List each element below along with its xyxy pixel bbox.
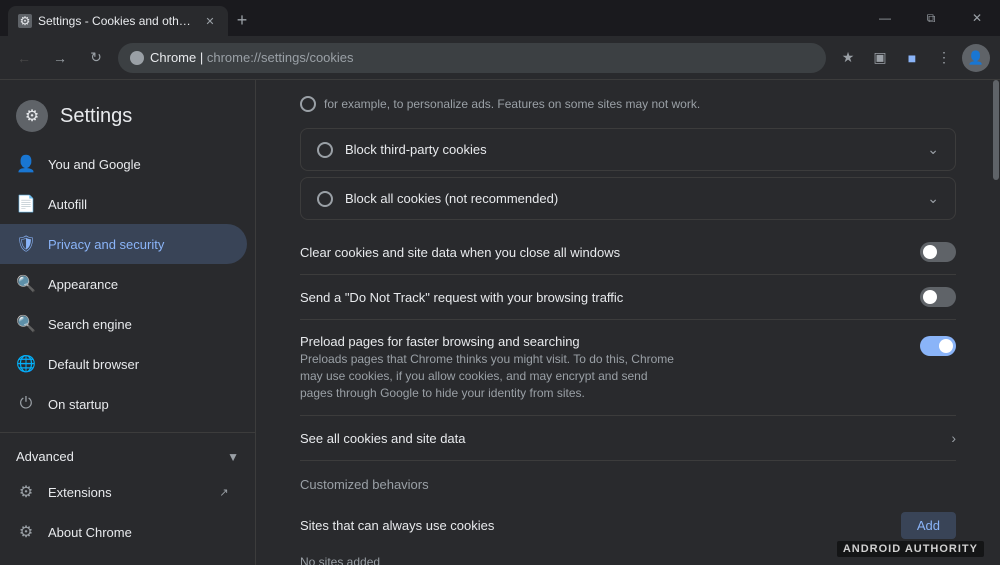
preload-text: Preload pages for faster browsing and se… [300, 334, 920, 401]
always-use-label: Sites that can always use cookies [300, 518, 901, 533]
partial-text-row: for example, to personalize ads. Feature… [300, 88, 956, 124]
settings-logo: ⚙ [16, 100, 48, 132]
profile-avatar[interactable]: 👤 [962, 44, 990, 72]
see-all-label: See all cookies and site data [300, 431, 951, 446]
scrollbar-thumb[interactable] [993, 80, 999, 180]
always-use-add-button[interactable]: Add [901, 512, 956, 539]
sidebar-item-appearance[interactable]: 🔍 Appearance [0, 264, 247, 304]
preload-toggle[interactable] [920, 336, 956, 356]
startup-icon: ⏻ [16, 394, 36, 414]
address-bar: ← → ↻ Chrome | chrome://settings/cookies… [0, 36, 1000, 80]
tab-title: Settings - Cookies and other site... [38, 14, 196, 28]
window-controls: — ⧉ ✕ [862, 0, 1000, 36]
about-chrome-icon: ⚙ [16, 522, 36, 542]
scrollbar-track[interactable] [992, 80, 1000, 565]
sidebar-item-privacy-security[interactable]: 🛡 Privacy and security [0, 224, 247, 264]
clear-cookies-row: Clear cookies and site data when you clo… [300, 230, 956, 275]
privacy-icon: 🛡 [16, 234, 36, 254]
preload-title: Preload pages for faster browsing and se… [300, 334, 920, 349]
do-not-track-row: Send a "Do Not Track" request with your … [300, 275, 956, 320]
clear-cookies-text: Clear cookies and site data when you clo… [300, 245, 920, 260]
block-third-party-chevron: ⌄ [927, 141, 939, 158]
customized-behaviors-title: Customized behaviors [300, 461, 956, 500]
always-use-header: Sites that can always use cookies Add [300, 512, 956, 539]
active-tab[interactable]: ⚙ Settings - Cookies and other site... ✕ [8, 6, 228, 36]
new-tab-button[interactable]: + [230, 8, 254, 32]
do-not-track-text: Send a "Do Not Track" request with your … [300, 290, 920, 305]
tab-favicon: ⚙ [18, 14, 32, 28]
sidebar-header: ⚙ Settings [0, 88, 255, 144]
you-google-icon: 👤 [16, 154, 36, 174]
extensions-sidebar-icon: ⚙ [16, 482, 36, 502]
appearance-icon: 🔍 [16, 274, 36, 294]
address-input[interactable]: Chrome | chrome://settings/cookies [118, 43, 826, 73]
address-path: chrome://settings/cookies [207, 50, 354, 65]
block-all-cookies-option[interactable]: Block all cookies (not recommended) ⌄ [300, 177, 956, 220]
content-inner: for example, to personalize ads. Feature… [280, 88, 976, 565]
preload-row: Preload pages for faster browsing and se… [300, 320, 956, 416]
tab-bar: ⚙ Settings - Cookies and other site... ✕… [0, 0, 1000, 36]
sidebar-item-you-google[interactable]: 👤 You and Google [0, 144, 247, 184]
extensions-icon[interactable]: ▣ [866, 44, 894, 72]
external-link-icon: ↗ [217, 485, 231, 499]
advanced-chevron: ▼ [227, 450, 239, 464]
more-icon[interactable]: ⋮ [930, 44, 958, 72]
sidebar: ⚙ Settings 👤 You and Google 📄 Autofill 🛡… [0, 80, 256, 565]
toolbar-icons: ★ ▣ ■ ⋮ 👤 [834, 44, 990, 72]
block-all-label: Block all cookies (not recommended) [345, 191, 927, 206]
sidebar-item-on-startup[interactable]: ⏻ On startup [0, 384, 247, 424]
clear-cookies-title: Clear cookies and site data when you clo… [300, 245, 920, 260]
radio-partial [300, 96, 316, 112]
forward-button[interactable]: → [46, 44, 74, 72]
advanced-section-header[interactable]: Advanced ▼ [0, 441, 255, 472]
profile-sync-icon[interactable]: ■ [898, 44, 926, 72]
sidebar-item-default-browser[interactable]: 🌐 Default browser [0, 344, 247, 384]
radio-block-all [317, 191, 333, 207]
back-button[interactable]: ← [10, 44, 38, 72]
clear-cookies-toggle[interactable] [920, 242, 956, 262]
sidebar-item-autofill[interactable]: 📄 Autofill [0, 184, 247, 224]
default-browser-icon: 🌐 [16, 354, 36, 374]
sidebar-item-about-chrome[interactable]: ⚙ About Chrome [0, 512, 247, 552]
address-domain: Chrome [150, 50, 196, 65]
watermark: ANDROID AUTHORITY [837, 541, 984, 557]
minimize-button[interactable]: — [862, 0, 908, 36]
maximize-button[interactable]: ⧉ [908, 0, 954, 36]
sidebar-item-search-engine[interactable]: 🔍 Search engine [0, 304, 247, 344]
partial-text: for example, to personalize ads. Feature… [324, 97, 700, 111]
address-text: Chrome | chrome://settings/cookies [150, 50, 814, 65]
settings-title: Settings [60, 105, 132, 128]
reload-button[interactable]: ↻ [82, 44, 110, 72]
preload-description: Preloads pages that Chrome thinks you mi… [300, 351, 680, 401]
block-all-chevron: ⌄ [927, 190, 939, 207]
block-third-party-label: Block third-party cookies [345, 142, 927, 157]
see-all-cookies-row[interactable]: See all cookies and site data › [300, 416, 956, 461]
site-favicon [130, 51, 144, 65]
content-area: for example, to personalize ads. Feature… [256, 80, 1000, 565]
bookmark-icon[interactable]: ★ [834, 44, 862, 72]
main-content: ⚙ Settings 👤 You and Google 📄 Autofill 🛡… [0, 80, 1000, 565]
radio-block-third-party [317, 142, 333, 158]
block-third-party-option[interactable]: Block third-party cookies ⌄ [300, 128, 956, 171]
search-engine-icon: 🔍 [16, 314, 36, 334]
advanced-label: Advanced [16, 449, 74, 464]
see-all-chevron-icon: › [951, 430, 956, 446]
tab-close-button[interactable]: ✕ [202, 13, 218, 29]
do-not-track-title: Send a "Do Not Track" request with your … [300, 290, 920, 305]
close-button[interactable]: ✕ [954, 0, 1000, 36]
do-not-track-toggle[interactable] [920, 287, 956, 307]
autofill-icon: 📄 [16, 194, 36, 214]
sidebar-divider [0, 432, 255, 433]
sidebar-item-extensions[interactable]: ⚙ Extensions ↗ [0, 472, 247, 512]
